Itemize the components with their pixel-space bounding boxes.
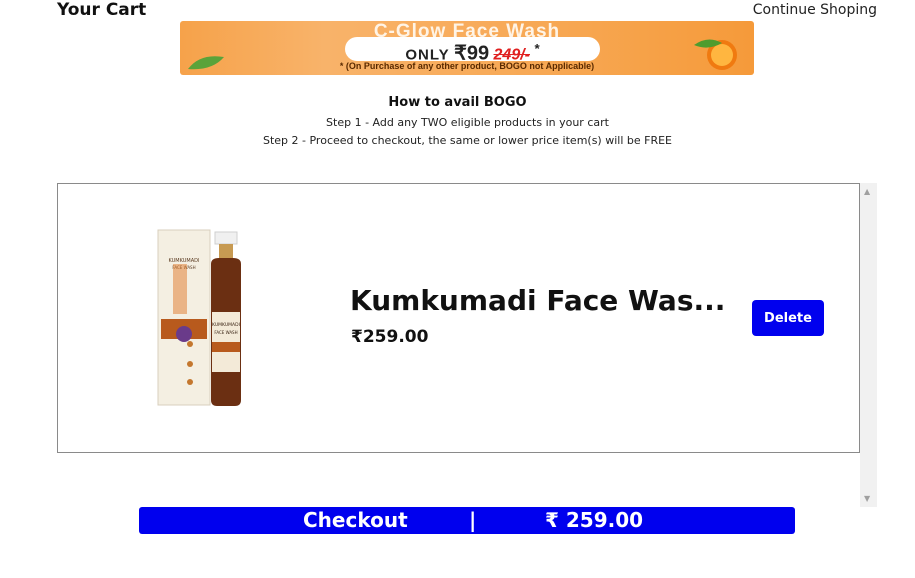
checkout-total: ₹ 259.00 xyxy=(545,508,644,532)
scrollbar[interactable]: ▲ ▼ xyxy=(860,183,877,507)
checkout-label: Checkout xyxy=(303,508,408,532)
cart-item-card: KUMKUMADI FACE WASH KUMKUMADI FACE WASH … xyxy=(57,183,860,453)
delete-button[interactable]: Delete xyxy=(752,300,824,336)
bogo-step-1: Step 1 - Add any TWO eligible products i… xyxy=(326,116,609,129)
checkout-button[interactable]: Checkout | ₹ 259.00 xyxy=(139,507,795,534)
scroll-up-arrow-icon[interactable]: ▲ xyxy=(864,187,870,196)
continue-shopping-link[interactable]: Continue Shoping xyxy=(753,2,877,18)
svg-text:KUMKUMADI: KUMKUMADI xyxy=(169,258,200,264)
svg-text:FACE WASH: FACE WASH xyxy=(214,330,237,335)
banner-price-pill: ONLY ₹99 249/- * xyxy=(345,37,600,64)
banner-asterisk: * xyxy=(534,41,540,56)
banner-note: * (On Purchase of any other product, BOG… xyxy=(339,61,595,71)
bogo-heading: How to avail BOGO xyxy=(388,95,527,110)
page-title: Your Cart xyxy=(57,0,147,20)
bogo-step-2: Step 2 - Proceed to checkout, the same o… xyxy=(262,134,672,147)
checkout-separator: | xyxy=(469,508,477,532)
promo-banner[interactable]: C-Glow Face Wash ONLY ₹99 249/- * * (On … xyxy=(180,21,754,75)
scroll-down-arrow-icon[interactable]: ▼ xyxy=(864,494,870,503)
product-price: ₹259.00 xyxy=(351,327,429,347)
svg-text:KUMKUMADI: KUMKUMADI xyxy=(212,322,240,328)
product-name: Kumkumadi Face Was... xyxy=(350,284,726,317)
product-image: KUMKUMADI FACE WASH KUMKUMADI FACE WASH xyxy=(157,229,241,406)
